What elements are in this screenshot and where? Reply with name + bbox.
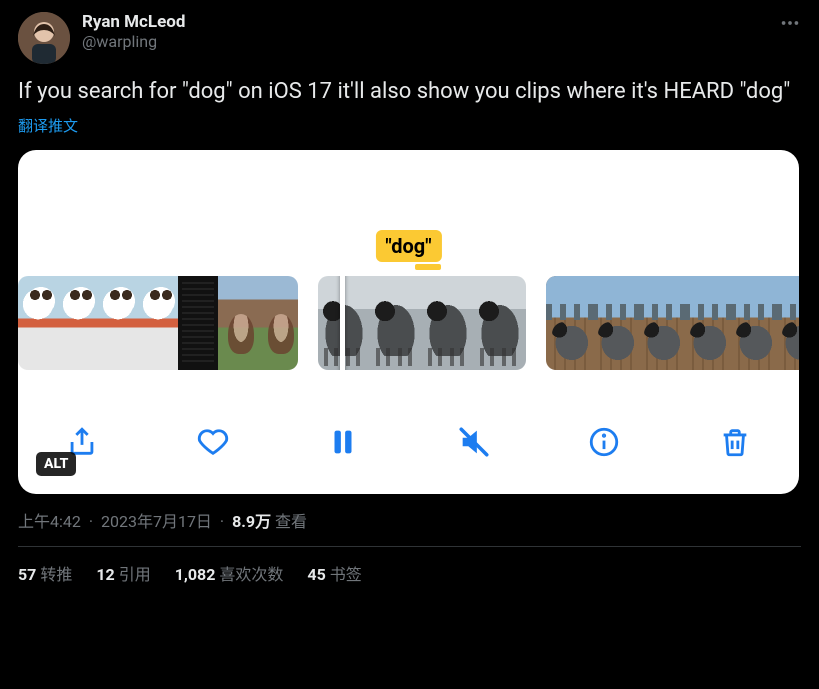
quotes-count: 12 xyxy=(96,565,114,584)
views-count: 8.9万 xyxy=(232,512,271,531)
retweets-stat[interactable]: 57转推 xyxy=(18,561,72,585)
user-handle[interactable]: @warpling xyxy=(82,32,185,51)
timeline-scrubber[interactable] xyxy=(18,276,799,370)
bookmarks-count: 45 xyxy=(307,565,325,584)
media-toolbar xyxy=(18,414,799,470)
media-card[interactable]: "dog" xyxy=(18,150,799,494)
more-icon xyxy=(779,12,801,34)
clip-group[interactable] xyxy=(546,276,799,370)
timeline-frame xyxy=(638,276,684,370)
info-button[interactable] xyxy=(584,422,624,462)
timeline-frame xyxy=(58,276,98,370)
clip-group-active[interactable] xyxy=(318,276,526,370)
info-icon xyxy=(587,425,621,459)
timeline-frame xyxy=(776,276,799,370)
tweet-date[interactable]: 2023年7月17日 xyxy=(101,512,212,531)
timeline-frame xyxy=(218,276,258,370)
quotes-stat[interactable]: 12 引用 xyxy=(96,561,150,585)
user-block: Ryan McLeod @warpling xyxy=(82,12,185,51)
more-button[interactable] xyxy=(779,12,801,38)
timeline-frame xyxy=(138,276,178,370)
heart-icon xyxy=(196,425,230,459)
quotes-label: 引用 xyxy=(119,565,151,584)
likes-label: 喜欢次数 xyxy=(219,565,283,584)
tweet-header: Ryan McLeod @warpling xyxy=(18,12,801,64)
timeline-frame xyxy=(422,276,474,370)
tweet-text: If you search for "dog" on iOS 17 it'll … xyxy=(18,78,801,107)
bookmarks-stat[interactable]: 45 书签 xyxy=(307,561,361,585)
delete-button[interactable] xyxy=(715,422,755,462)
separator: · xyxy=(89,512,93,531)
separator: · xyxy=(220,512,224,531)
timeline-frame xyxy=(546,276,592,370)
likes-stat[interactable]: 1,082喜欢次数 xyxy=(175,561,284,585)
timeline-frame xyxy=(370,276,422,370)
stats-row: 57转推 12 引用 1,082喜欢次数 45 书签 xyxy=(18,547,801,585)
pause-icon xyxy=(326,425,360,459)
alt-badge[interactable]: ALT xyxy=(36,452,76,476)
tweet-meta: 上午4:42 · 2023年7月17日 · 8.9万 查看 xyxy=(18,508,801,532)
trash-icon xyxy=(718,425,752,459)
timeline-frame xyxy=(592,276,638,370)
timeline-frame xyxy=(258,276,298,370)
tweet-time[interactable]: 上午4:42 xyxy=(18,512,81,531)
search-result-chip: "dog" xyxy=(375,230,441,262)
timeline-match-marker xyxy=(415,264,441,270)
timeline-frame xyxy=(98,276,138,370)
likes-count: 1,082 xyxy=(175,565,216,584)
bookmarks-label: 书签 xyxy=(330,565,362,584)
timeline-frame xyxy=(18,276,58,370)
speaker-muted-icon xyxy=(457,425,491,459)
timeline-frame xyxy=(178,276,218,370)
tweet-container: Ryan McLeod @warpling If you search for … xyxy=(0,0,819,597)
views-label[interactable]: 查看 xyxy=(275,512,307,531)
timeline-frame xyxy=(730,276,776,370)
timeline-frame xyxy=(474,276,526,370)
retweets-label: 转推 xyxy=(40,565,72,584)
playhead[interactable] xyxy=(340,276,345,370)
like-button[interactable] xyxy=(193,422,233,462)
avatar[interactable] xyxy=(18,12,70,64)
timeline-frame xyxy=(684,276,730,370)
translate-link[interactable]: 翻译推文 xyxy=(18,115,78,136)
display-name[interactable]: Ryan McLeod xyxy=(82,12,185,32)
clip-group[interactable] xyxy=(18,276,298,370)
pause-button[interactable] xyxy=(323,422,363,462)
mute-button[interactable] xyxy=(454,422,494,462)
retweets-count: 57 xyxy=(18,565,36,584)
